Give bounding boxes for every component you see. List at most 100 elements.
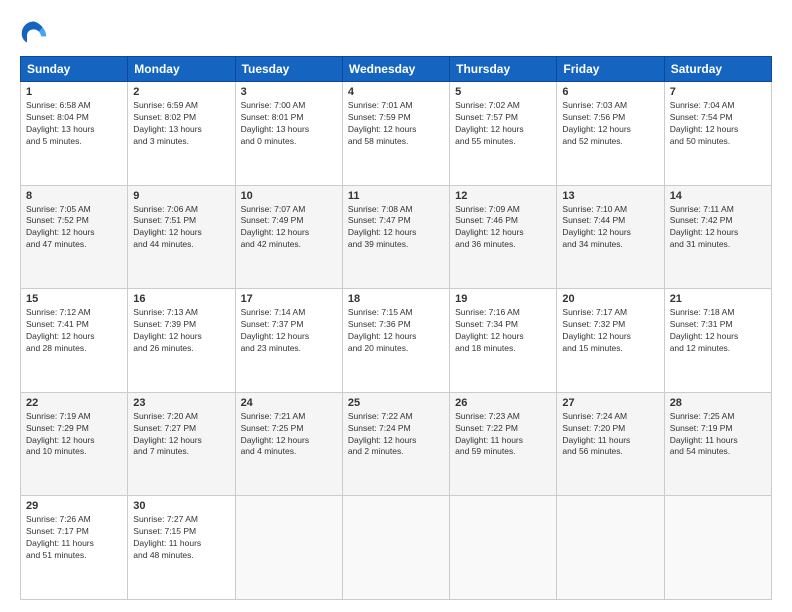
- day-number: 27: [562, 397, 658, 409]
- day-cell-20: 20 Sunrise: 7:17 AM Sunset: 7:32 PM Dayli…: [557, 289, 664, 393]
- day-info: Sunrise: 7:20 AM Sunset: 7:27 PM Dayligh…: [133, 411, 229, 459]
- day-number: 4: [348, 86, 444, 98]
- empty-cell: [664, 496, 771, 600]
- week-row-3: 15Sunrise: 7:12 AM Sunset: 7:41 PM Dayli…: [21, 289, 772, 393]
- week-row-4: 22 Sunrise: 7:19 AM Sunset: 7:29 PM Dayli…: [21, 392, 772, 496]
- day-number: 6: [562, 86, 658, 98]
- day-info: Sunrise: 7:26 AM Sunset: 7:17 PM Dayligh…: [26, 514, 122, 562]
- day-number: 25: [348, 397, 444, 409]
- day-info: Sunrise: 6:59 AM Sunset: 8:02 PM Dayligh…: [133, 100, 229, 148]
- day-info: Sunrise: 7:23 AM Sunset: 7:22 PM Dayligh…: [455, 411, 551, 459]
- header: [20, 18, 772, 46]
- page: SundayMondayTuesdayWednesdayThursdayFrid…: [0, 0, 792, 612]
- weekday-thursday: Thursday: [450, 57, 557, 82]
- day-cell-4: 4 Sunrise: 7:01 AM Sunset: 7:59 PM Daylig…: [342, 82, 449, 186]
- day-cell-29: 29Sunrise: 7:26 AM Sunset: 7:17 PM Dayli…: [21, 496, 128, 600]
- day-number: 3: [241, 86, 337, 98]
- empty-cell: [342, 496, 449, 600]
- weekday-tuesday: Tuesday: [235, 57, 342, 82]
- day-number: 16: [133, 293, 229, 305]
- day-cell-9: 9Sunrise: 7:06 AM Sunset: 7:51 PM Daylig…: [128, 185, 235, 289]
- empty-cell: [235, 496, 342, 600]
- day-cell-21: 21 Sunrise: 7:18 AM Sunset: 7:31 PM Dayli…: [664, 289, 771, 393]
- calendar-body: 1 Sunrise: 6:58 AM Sunset: 8:04 PM Daylig…: [21, 82, 772, 600]
- day-number: 28: [670, 397, 766, 409]
- weekday-wednesday: Wednesday: [342, 57, 449, 82]
- day-info: Sunrise: 7:24 AM Sunset: 7:20 PM Dayligh…: [562, 411, 658, 459]
- weekday-sunday: Sunday: [21, 57, 128, 82]
- day-info: Sunrise: 7:10 AM Sunset: 7:44 PM Dayligh…: [562, 204, 658, 252]
- day-number: 2: [133, 86, 229, 98]
- day-number: 19: [455, 293, 551, 305]
- day-cell-13: 13 Sunrise: 7:10 AM Sunset: 7:44 PM Dayli…: [557, 185, 664, 289]
- day-cell-6: 6 Sunrise: 7:03 AM Sunset: 7:56 PM Daylig…: [557, 82, 664, 186]
- day-info: Sunrise: 7:03 AM Sunset: 7:56 PM Dayligh…: [562, 100, 658, 148]
- day-number: 11: [348, 190, 444, 202]
- day-info: Sunrise: 7:00 AM Sunset: 8:01 PM Dayligh…: [241, 100, 337, 148]
- day-info: Sunrise: 7:08 AM Sunset: 7:47 PM Dayligh…: [348, 204, 444, 252]
- day-cell-17: 17 Sunrise: 7:14 AM Sunset: 7:37 PM Dayli…: [235, 289, 342, 393]
- day-info: Sunrise: 7:07 AM Sunset: 7:49 PM Dayligh…: [241, 204, 337, 252]
- day-info: Sunrise: 7:17 AM Sunset: 7:32 PM Dayligh…: [562, 307, 658, 355]
- day-info: Sunrise: 7:15 AM Sunset: 7:36 PM Dayligh…: [348, 307, 444, 355]
- day-number: 1: [26, 86, 122, 98]
- day-cell-15: 15Sunrise: 7:12 AM Sunset: 7:41 PM Dayli…: [21, 289, 128, 393]
- calendar-table: SundayMondayTuesdayWednesdayThursdayFrid…: [20, 56, 772, 600]
- day-info: Sunrise: 7:09 AM Sunset: 7:46 PM Dayligh…: [455, 204, 551, 252]
- empty-cell: [557, 496, 664, 600]
- day-info: Sunrise: 7:18 AM Sunset: 7:31 PM Dayligh…: [670, 307, 766, 355]
- day-number: 7: [670, 86, 766, 98]
- day-cell-7: 7Sunrise: 7:04 AM Sunset: 7:54 PM Daylig…: [664, 82, 771, 186]
- weekday-monday: Monday: [128, 57, 235, 82]
- day-cell-25: 25Sunrise: 7:22 AM Sunset: 7:24 PM Dayli…: [342, 392, 449, 496]
- weekday-header-row: SundayMondayTuesdayWednesdayThursdayFrid…: [21, 57, 772, 82]
- day-number: 14: [670, 190, 766, 202]
- day-info: Sunrise: 7:05 AM Sunset: 7:52 PM Dayligh…: [26, 204, 122, 252]
- day-number: 26: [455, 397, 551, 409]
- day-cell-27: 27 Sunrise: 7:24 AM Sunset: 7:20 PM Dayli…: [557, 392, 664, 496]
- weekday-friday: Friday: [557, 57, 664, 82]
- day-number: 12: [455, 190, 551, 202]
- day-cell-3: 3 Sunrise: 7:00 AM Sunset: 8:01 PM Daylig…: [235, 82, 342, 186]
- day-cell-2: 2 Sunrise: 6:59 AM Sunset: 8:02 PM Daylig…: [128, 82, 235, 186]
- week-row-2: 8 Sunrise: 7:05 AM Sunset: 7:52 PM Daylig…: [21, 185, 772, 289]
- day-number: 20: [562, 293, 658, 305]
- day-info: Sunrise: 7:13 AM Sunset: 7:39 PM Dayligh…: [133, 307, 229, 355]
- day-number: 22: [26, 397, 122, 409]
- day-cell-12: 12 Sunrise: 7:09 AM Sunset: 7:46 PM Dayli…: [450, 185, 557, 289]
- empty-cell: [450, 496, 557, 600]
- day-cell-5: 5Sunrise: 7:02 AM Sunset: 7:57 PM Daylig…: [450, 82, 557, 186]
- day-info: Sunrise: 6:58 AM Sunset: 8:04 PM Dayligh…: [26, 100, 122, 148]
- day-number: 18: [348, 293, 444, 305]
- day-info: Sunrise: 7:19 AM Sunset: 7:29 PM Dayligh…: [26, 411, 122, 459]
- day-number: 23: [133, 397, 229, 409]
- day-number: 21: [670, 293, 766, 305]
- day-info: Sunrise: 7:14 AM Sunset: 7:37 PM Dayligh…: [241, 307, 337, 355]
- day-info: Sunrise: 7:01 AM Sunset: 7:59 PM Dayligh…: [348, 100, 444, 148]
- day-info: Sunrise: 7:11 AM Sunset: 7:42 PM Dayligh…: [670, 204, 766, 252]
- day-cell-23: 23 Sunrise: 7:20 AM Sunset: 7:27 PM Dayli…: [128, 392, 235, 496]
- day-number: 5: [455, 86, 551, 98]
- day-info: Sunrise: 7:27 AM Sunset: 7:15 PM Dayligh…: [133, 514, 229, 562]
- day-number: 24: [241, 397, 337, 409]
- week-row-1: 1 Sunrise: 6:58 AM Sunset: 8:04 PM Daylig…: [21, 82, 772, 186]
- day-info: Sunrise: 7:21 AM Sunset: 7:25 PM Dayligh…: [241, 411, 337, 459]
- day-number: 17: [241, 293, 337, 305]
- day-info: Sunrise: 7:25 AM Sunset: 7:19 PM Dayligh…: [670, 411, 766, 459]
- day-cell-16: 16 Sunrise: 7:13 AM Sunset: 7:39 PM Dayli…: [128, 289, 235, 393]
- day-cell-14: 14 Sunrise: 7:11 AM Sunset: 7:42 PM Dayli…: [664, 185, 771, 289]
- day-info: Sunrise: 7:16 AM Sunset: 7:34 PM Dayligh…: [455, 307, 551, 355]
- weekday-saturday: Saturday: [664, 57, 771, 82]
- logo: [20, 18, 54, 46]
- day-number: 13: [562, 190, 658, 202]
- day-cell-18: 18 Sunrise: 7:15 AM Sunset: 7:36 PM Dayli…: [342, 289, 449, 393]
- day-cell-19: 19 Sunrise: 7:16 AM Sunset: 7:34 PM Dayli…: [450, 289, 557, 393]
- day-info: Sunrise: 7:06 AM Sunset: 7:51 PM Dayligh…: [133, 204, 229, 252]
- day-cell-30: 30Sunrise: 7:27 AM Sunset: 7:15 PM Dayli…: [128, 496, 235, 600]
- day-cell-10: 10Sunrise: 7:07 AM Sunset: 7:49 PM Dayli…: [235, 185, 342, 289]
- logo-icon: [20, 18, 48, 46]
- day-cell-26: 26 Sunrise: 7:23 AM Sunset: 7:22 PM Dayli…: [450, 392, 557, 496]
- day-number: 8: [26, 190, 122, 202]
- day-cell-22: 22 Sunrise: 7:19 AM Sunset: 7:29 PM Dayli…: [21, 392, 128, 496]
- day-info: Sunrise: 7:12 AM Sunset: 7:41 PM Dayligh…: [26, 307, 122, 355]
